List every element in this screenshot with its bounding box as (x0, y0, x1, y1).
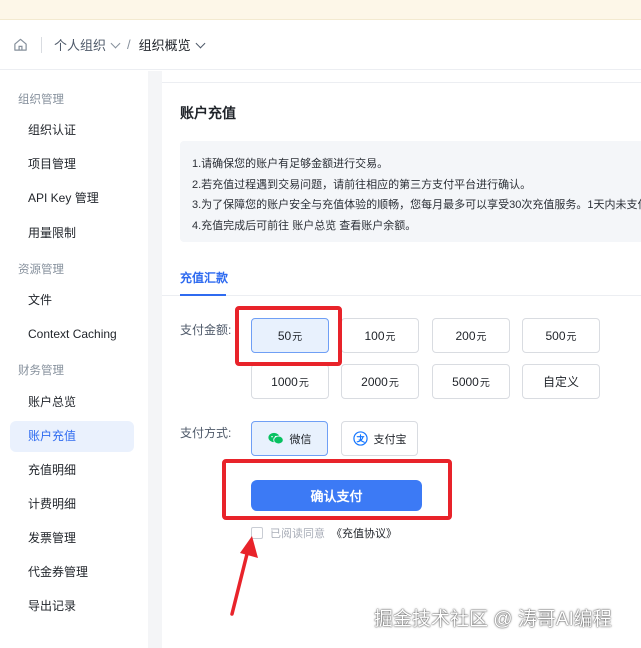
amount-value: 200 (455, 328, 476, 343)
breadcrumb-org-label: 个人组织 (54, 38, 107, 53)
amount-value: 100 (364, 328, 385, 343)
amount-unit: 元 (566, 332, 577, 343)
sidebar-item-projects[interactable]: 项目管理 (10, 149, 134, 180)
sidebar-item-vouchers[interactable]: 代金券管理 (10, 557, 134, 588)
amount-value: 500 (545, 328, 566, 343)
tip-line: 1.请确保您的账户有足够金额进行交易。 (192, 158, 389, 170)
amount-unit: 元 (388, 378, 399, 389)
tip-line: 3.为了保障您的账户安全与充值体验的顺畅，您每月最多可以享受30次充值服务。1天… (192, 199, 641, 211)
amount-option-custom[interactable]: 自定义 (522, 364, 600, 399)
amount-unit: 元 (292, 332, 303, 343)
sidebar-item-billing-details[interactable]: 计费明细 (10, 489, 134, 520)
amount-option-1000[interactable]: 1000 元 (251, 364, 329, 399)
payment-method-label-wechat: 微信 (289, 433, 312, 446)
sidebar-item-context-caching[interactable]: Context Caching (10, 319, 134, 350)
payment-method-alipay[interactable]: 支付宝 (341, 421, 418, 456)
amount-option-200[interactable]: 200 元 (432, 318, 510, 353)
alipay-icon (352, 431, 368, 446)
amount-option-500[interactable]: 500 元 (522, 318, 600, 353)
payment-method-wechat[interactable]: 微信 (251, 421, 328, 456)
sidebar-group-finance: 财务管理 (18, 365, 64, 377)
tip-line: 2.若充值过程遇到交易问题，请前往相应的第三方支付平台进行确认。 (192, 178, 532, 191)
amount-unit: 元 (385, 332, 396, 343)
recharge-panel: 账户充值 1.请确保您的账户有足够金额进行交易。 2.若充值过程遇到交易问题，请… (162, 82, 641, 648)
agreement-text: 已阅读同意 (270, 528, 325, 540)
page-title: 账户充值 (180, 105, 236, 121)
breadcrumb-page-switcher[interactable]: 组织概览 (138, 35, 206, 54)
sidebar-group-resources: 资源管理 (18, 264, 64, 276)
home-icon[interactable] (12, 37, 28, 53)
recharge-tips: 1.请确保您的账户有足够金额进行交易。 2.若充值过程遇到交易问题，请前往相应的… (180, 141, 641, 242)
amount-unit: 元 (479, 378, 490, 389)
sidebar-item-org-verification[interactable]: 组织认证 (10, 115, 134, 146)
sidebar-item-account-overview[interactable]: 账户总览 (10, 387, 134, 418)
watermark: 掘金技术社区 @ 涛哥AI编程 (374, 609, 612, 630)
recharge-agreement-link[interactable]: 《充值协议》 (331, 525, 397, 541)
amount-option-5000[interactable]: 5000 元 (432, 364, 510, 399)
sidebar: 组织管理 组织认证 项目管理 API Key 管理 用量限制 资源管理 文件 C… (0, 71, 148, 648)
sidebar-item-usage-limits[interactable]: 用量限制 (10, 218, 134, 249)
confirm-payment-button[interactable]: 确认支付 (251, 480, 422, 511)
agreement-row: 已阅读同意 《充值协议》 (251, 525, 397, 541)
amount-option-50[interactable]: 50 元 (251, 318, 329, 353)
tab-recharge-remittance[interactable]: 充值汇款 (180, 269, 228, 286)
layout-gutter (148, 71, 162, 648)
payment-method-label: 支付方式: (180, 426, 232, 440)
sidebar-item-export-records[interactable]: 导出记录 (10, 591, 134, 622)
chevron-down-icon (195, 38, 206, 48)
topbar-separator (41, 36, 42, 53)
sidebar-item-files[interactable]: 文件 (10, 285, 134, 316)
amount-value: 5000 (452, 374, 479, 389)
sidebar-group-org: 组织管理 (18, 94, 64, 106)
sidebar-item-recharge-details[interactable]: 充值明细 (10, 455, 134, 486)
amount-option-2000[interactable]: 2000 元 (341, 364, 419, 399)
amount-value: 50 (277, 328, 292, 343)
breadcrumb-slash: / (127, 37, 131, 52)
breadcrumb-page-label: 组织概览 (138, 38, 191, 53)
chevron-down-icon (110, 38, 121, 48)
amount-value: 2000 (361, 374, 388, 389)
tab-active-indicator (180, 294, 226, 296)
top-notice-strip (0, 0, 641, 20)
tab-divider (162, 295, 641, 296)
amount-value: 1000 (271, 374, 298, 389)
wechat-icon (267, 432, 284, 445)
tip-line: 4.充值完成后可前往 账户总览 查看账户余额。 (192, 219, 417, 232)
amount-unit: 元 (476, 332, 487, 343)
agreement-checkbox[interactable] (251, 527, 263, 539)
sidebar-item-api-keys[interactable]: API Key 管理 (10, 183, 134, 214)
breadcrumb-org-switcher[interactable]: 个人组织 (54, 35, 121, 54)
amount-option-100[interactable]: 100 元 (341, 318, 419, 353)
payment-method-label-alipay: 支付宝 (373, 433, 407, 446)
topbar: 个人组织 / 组织概览 (0, 20, 641, 70)
amount-unit: 元 (298, 378, 309, 389)
sidebar-item-account-recharge[interactable]: 账户充值 (10, 421, 134, 452)
amount-label: 支付金额: (180, 323, 232, 337)
sidebar-item-invoices[interactable]: 发票管理 (10, 523, 134, 554)
